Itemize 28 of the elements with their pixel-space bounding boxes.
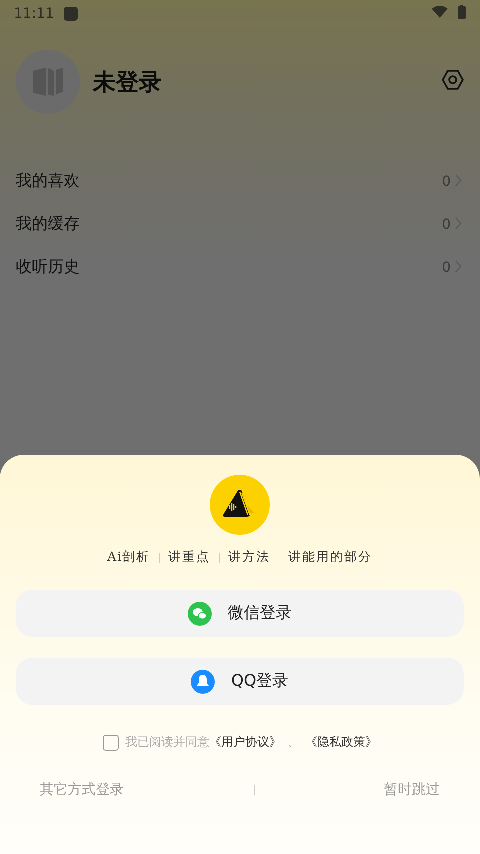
status-time: 11:11 xyxy=(14,6,54,22)
penguin-icon xyxy=(191,670,216,694)
feature-label: 讲能用的部分 xyxy=(288,549,373,566)
policy-link[interactable]: 《用户协议》 xyxy=(210,734,282,751)
wechat-login-button[interactable]: 微信登录 xyxy=(16,590,464,637)
feature-label: 讲重点 xyxy=(168,549,220,566)
battery-icon xyxy=(458,5,466,19)
skip-link[interactable]: 暂时跳过 xyxy=(384,781,440,799)
feature-label: 讲方法 xyxy=(228,549,271,566)
menu-item[interactable]: 我的喜欢 xyxy=(16,171,442,192)
menu-item[interactable]: 我的缓存 xyxy=(16,214,442,235)
agreement-text: 我已阅读并同意 xyxy=(126,734,210,751)
chat-bubbles-icon xyxy=(188,602,212,626)
item-count: 0 xyxy=(442,174,451,190)
policy-link[interactable]: 《隐私政策》 xyxy=(306,734,378,751)
menu-item[interactable]: 收听历史 xyxy=(16,257,442,278)
agreement-checkbox[interactable] xyxy=(102,734,118,750)
chevron-right-icon xyxy=(455,260,462,273)
wifi-icon xyxy=(432,6,448,18)
login-status[interactable]: 未登录 xyxy=(93,66,442,98)
qq-login-button[interactable]: QQ登录 xyxy=(16,658,464,705)
feature-label: Ai剖析 xyxy=(107,549,160,566)
item-count: 0 xyxy=(442,260,451,276)
other-login-link[interactable]: 其它方式登录 xyxy=(40,781,124,799)
notification-icon xyxy=(64,7,78,21)
separator-mark: 、 xyxy=(288,734,300,751)
chevron-right-icon xyxy=(455,174,462,187)
settings-icon[interactable] xyxy=(442,69,464,91)
